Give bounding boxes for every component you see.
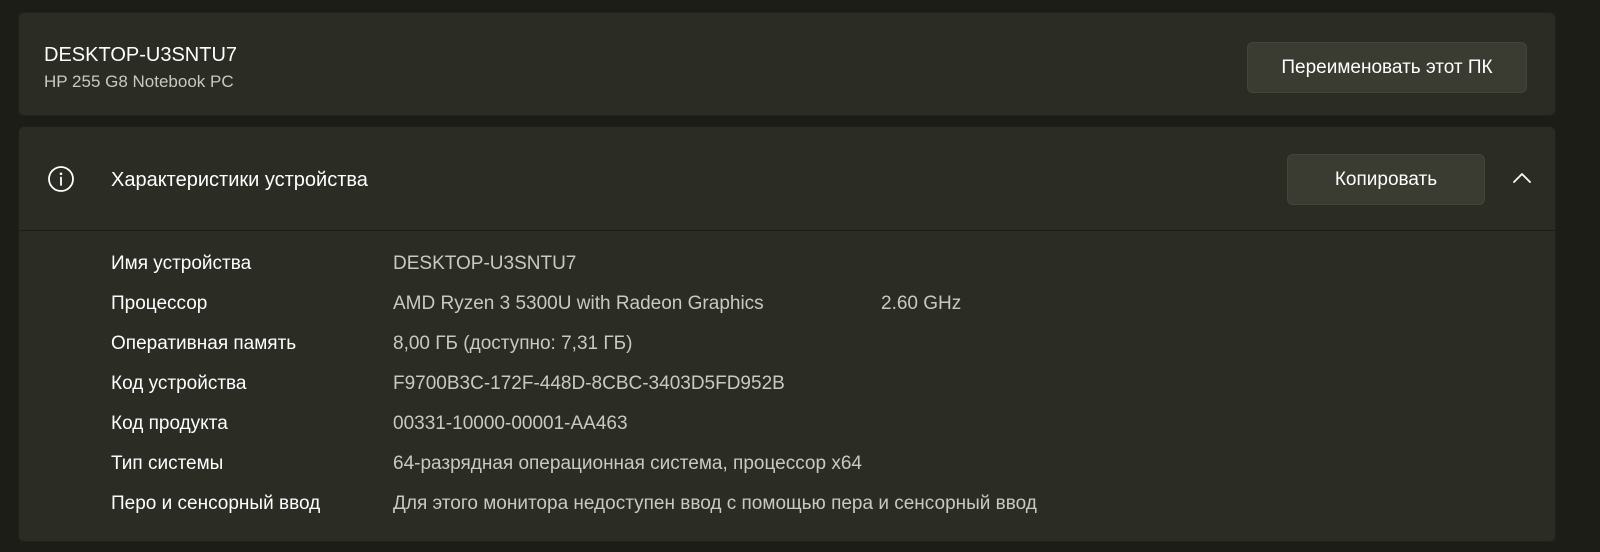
spec-value-frequency: 2.60 GHz bbox=[881, 293, 962, 314]
spec-label: Процессор bbox=[111, 293, 208, 314]
spec-row-device-name: Имя устройства DESKTOP-U3SNTU7 bbox=[19, 253, 1555, 283]
spec-row-device-id: Код устройства F9700B3C-172F-448D-8CBC-3… bbox=[19, 373, 1555, 403]
device-specs-card: Характеристики устройства Копировать Имя… bbox=[18, 126, 1556, 542]
spec-value: 64-разрядная операционная система, проце… bbox=[393, 453, 862, 474]
spec-label: Код продукта bbox=[111, 413, 228, 434]
copy-button[interactable]: Копировать bbox=[1287, 154, 1485, 205]
spec-value: F9700B3C-172F-448D-8CBC-3403D5FD952B bbox=[393, 373, 785, 394]
spec-value: 8,00 ГБ (доступно: 7,31 ГБ) bbox=[393, 333, 633, 354]
info-icon bbox=[48, 166, 74, 192]
spec-label: Имя устройства bbox=[111, 253, 252, 274]
spec-row-system-type: Тип системы 64-разрядная операционная си… bbox=[19, 453, 1555, 483]
spec-row-ram: Оперативная память 8,00 ГБ (доступно: 7,… bbox=[19, 333, 1555, 363]
spec-value: Для этого монитора недоступен ввод с пом… bbox=[393, 493, 1037, 514]
pc-model: HP 255 G8 Notebook PC bbox=[44, 72, 234, 91]
spec-label: Перо и сенсорный ввод bbox=[111, 493, 321, 514]
spec-value: 00331-10000-00001-AA463 bbox=[393, 413, 628, 434]
rename-pc-button[interactable]: Переименовать этот ПК bbox=[1247, 42, 1527, 93]
device-specs-title: Характеристики устройства bbox=[111, 169, 368, 191]
pc-name: DESKTOP-U3SNTU7 bbox=[44, 44, 238, 66]
spec-label: Тип системы bbox=[111, 453, 224, 474]
spec-value: AMD Ryzen 3 5300U with Radeon Graphics bbox=[393, 293, 764, 314]
spec-row-processor: Процессор AMD Ryzen 3 5300U with Radeon … bbox=[19, 293, 1555, 323]
spec-row-product-id: Код продукта 00331-10000-00001-AA463 bbox=[19, 413, 1555, 443]
spec-label: Оперативная память bbox=[111, 333, 297, 354]
device-specs-header[interactable]: Характеристики устройства Копировать bbox=[19, 127, 1555, 231]
spec-value: DESKTOP-U3SNTU7 bbox=[393, 253, 577, 274]
spec-label: Код устройства bbox=[111, 373, 247, 394]
chevron-up-icon[interactable] bbox=[1509, 165, 1535, 191]
spec-row-pen-touch: Перо и сенсорный ввод Для этого монитора… bbox=[19, 493, 1555, 523]
pc-name-card: DESKTOP-U3SNTU7 HP 255 G8 Notebook PC Пе… bbox=[18, 12, 1556, 116]
device-specs-list: Имя устройства DESKTOP-U3SNTU7 Процессор… bbox=[19, 231, 1555, 541]
